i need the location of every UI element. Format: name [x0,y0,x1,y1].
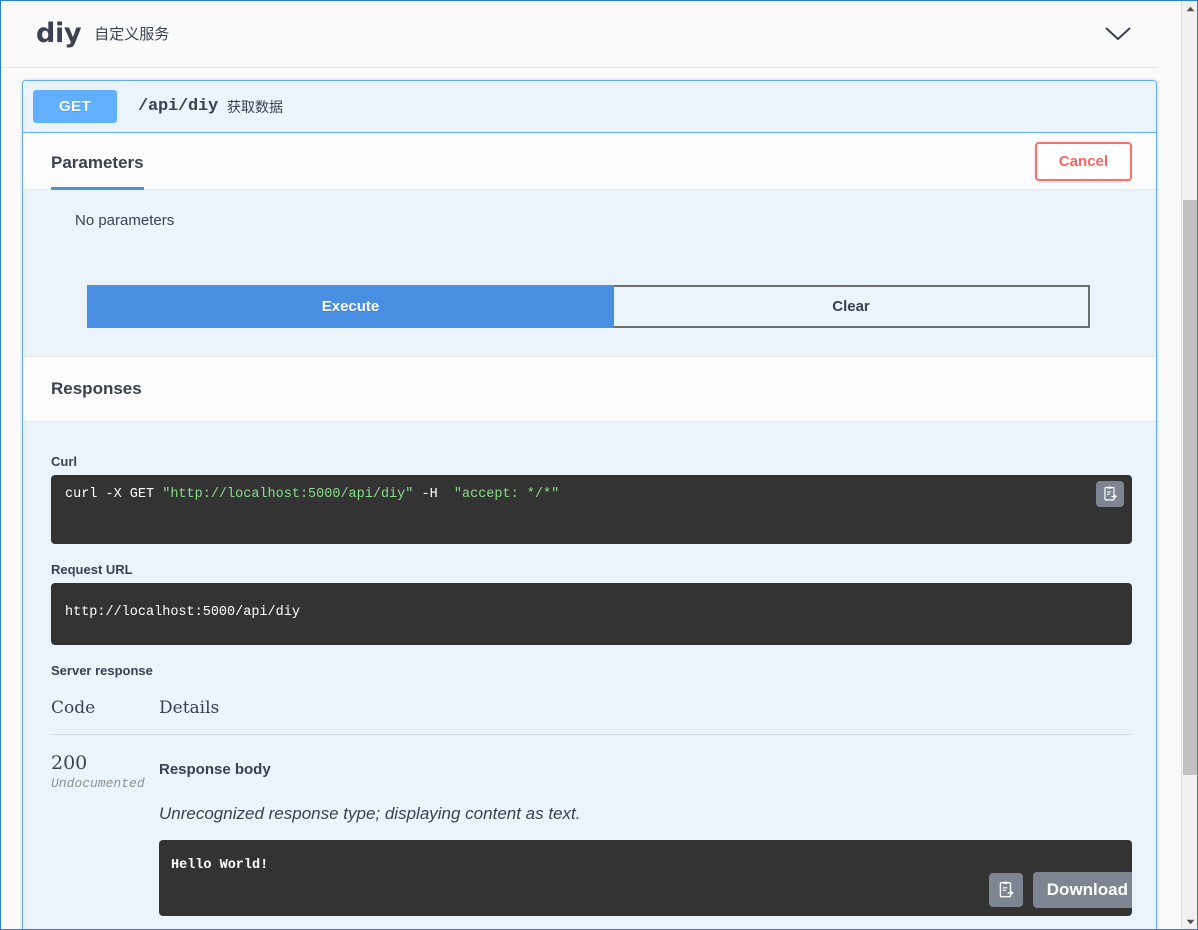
curl-label: Curl [51,454,77,469]
chevron-down-icon[interactable] [1103,19,1133,49]
response-body-actions: Download [988,872,1132,908]
curl-token-url: "http://localhost:5000/api/diy" [162,487,414,502]
swagger-page: diy 自定义服务 GET /api/diy 获取数据 Parameters C… [0,0,1181,930]
responses-body: Curl curl -X GET "http://localhost:5000/… [23,422,1156,930]
tag-header: diy 自定义服务 [0,0,1157,68]
execute-clear-row: Execute Clear [87,285,1090,356]
response-details-cell: Response body Unrecognized response type… [159,753,1132,916]
curl-code-block: curl -X GET "http://localhost:5000/api/d… [51,475,1132,544]
curl-token-accept: "accept: */*" [453,487,560,502]
scrollbar-thumb[interactable] [1183,200,1198,775]
operation-summary-row[interactable]: GET /api/diy 获取数据 [23,81,1156,132]
scroll-up-arrow-icon[interactable] [1182,0,1198,17]
execute-button[interactable]: Execute [87,285,614,328]
column-header-code: Code [51,698,96,718]
clear-button[interactable]: Clear [614,285,1090,328]
vertical-scrollbar[interactable] [1181,0,1198,930]
curl-token-header-flag: -H [413,487,454,502]
no-parameters-text: No parameters [75,212,175,229]
scroll-down-arrow-icon[interactable] [1182,913,1198,930]
cancel-button[interactable]: Cancel [1034,141,1132,181]
request-url-value: http://localhost:5000/api/diy [65,605,300,620]
response-code-cell: 200 Undocumented [51,753,159,916]
response-body-label: Response body [159,761,271,778]
response-body-box: Hello World! Download [159,840,1132,916]
server-response-label: Server response [51,663,153,678]
response-table-header: Code Details [51,698,1132,735]
column-header-details: Details [159,698,220,718]
responses-header: Responses [23,356,1156,422]
http-method-badge: GET [33,90,117,123]
response-undocumented-note: Undocumented [51,775,145,791]
request-url-block: http://localhost:5000/api/diy [51,583,1132,645]
copy-icon[interactable] [988,873,1023,907]
tag-description: 自定义服务 [94,26,170,43]
operation-body: Parameters Cancel No parameters Execute … [23,132,1156,930]
responses-title: Responses [51,379,142,398]
curl-token-command: curl -X GET [65,487,163,502]
tab-parameters[interactable]: Parameters [23,133,144,190]
operation-block-get-api-diy: GET /api/diy 获取数据 Parameters Cancel No p… [22,80,1157,930]
tag-title: diy [36,18,82,49]
table-row: 200 Undocumented Response body Unrecogni… [51,735,1132,916]
download-button[interactable]: Download [1032,872,1132,908]
operation-summary-text: 获取数据 [227,98,284,115]
response-body-text: Hello World! [171,858,269,873]
request-url-label: Request URL [51,562,133,577]
unrecognized-type-note: Unrecognized response type; displaying c… [159,804,581,823]
copy-icon[interactable] [1096,481,1124,507]
parameters-section: No parameters Execute Clear [23,190,1156,356]
operation-path: /api/diy [138,97,219,116]
response-status-code: 200 [51,752,88,774]
parameters-tab-row: Parameters Cancel [23,133,1156,190]
